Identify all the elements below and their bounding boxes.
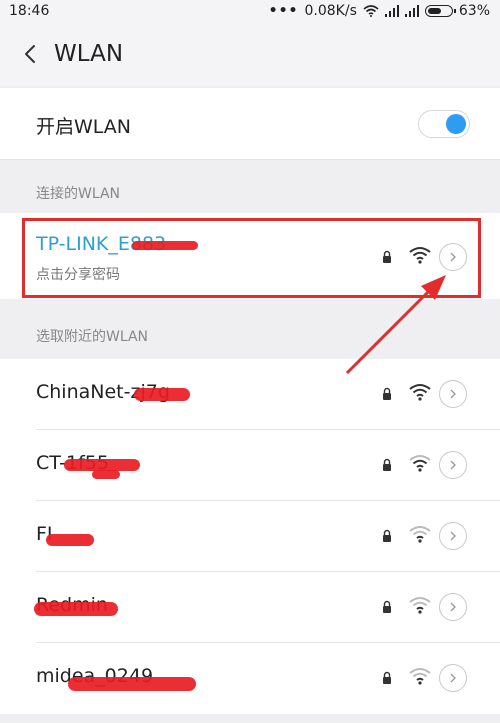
network-ssid: Redmin [36, 594, 108, 616]
chevron-right-icon [450, 389, 456, 399]
chevron-right-icon [450, 673, 456, 683]
page-title: WLAN [54, 41, 124, 67]
network-ssid: FI [36, 523, 53, 545]
network-ssid: CT-1f55 [36, 452, 109, 474]
connected-ssid: TP-LINK_E883 [36, 233, 167, 255]
wlan-toggle-switch[interactable] [418, 110, 470, 138]
toggle-knob [446, 114, 466, 134]
title-bar: WLAN [0, 24, 500, 86]
status-bar: 18:46 ••• 0.08K/s 63% [0, 0, 500, 24]
nearby-network-row[interactable]: FI [0, 501, 500, 572]
battery-percent: 63% [458, 3, 490, 19]
chevron-right-icon [450, 602, 456, 612]
wifi-status-icon [363, 5, 379, 17]
network-speed: 0.08K/s [304, 3, 357, 19]
network-ssid: ChinaNet-zj7g [36, 381, 170, 403]
nearby-network-row[interactable]: ChinaNet-zj7g [0, 359, 500, 430]
network-detail-button[interactable] [439, 243, 467, 271]
network-ssid: midea_0249 [36, 665, 154, 687]
network-detail-button[interactable] [439, 451, 467, 479]
wlan-toggle-label: 开启WLAN [36, 116, 132, 138]
network-detail-button[interactable] [439, 522, 467, 550]
battery-icon [424, 5, 456, 17]
lock-icon [383, 671, 391, 684]
wlan-toggle-row[interactable]: 开启WLAN [0, 88, 500, 160]
status-right: ••• 0.08K/s 63% [269, 3, 490, 19]
status-time: 18:46 [9, 3, 50, 19]
lock-icon [383, 600, 391, 613]
nearby-network-row[interactable]: midea_0249 [0, 643, 500, 714]
network-detail-button[interactable] [439, 380, 467, 408]
connected-section-header: 连接的WLAN [36, 186, 121, 202]
share-password-hint[interactable]: 点击分享密码 [36, 264, 120, 284]
wifi-signal-icon [409, 247, 431, 264]
network-detail-button[interactable] [439, 593, 467, 621]
signal-icon-2 [404, 5, 419, 17]
connected-network-row[interactable]: TP-LINK_E883 点击分享密码 [0, 213, 500, 299]
chevron-right-icon [450, 252, 456, 262]
wifi-signal-icon [409, 668, 431, 685]
network-detail-button[interactable] [439, 664, 467, 692]
chevron-right-icon [450, 460, 456, 470]
lock-icon [383, 387, 391, 400]
chevron-left-icon[interactable] [18, 38, 42, 70]
wifi-signal-icon [409, 384, 431, 401]
lock-icon [383, 458, 391, 471]
wifi-signal-icon [409, 526, 431, 543]
nearby-network-row[interactable]: CT-1f55 [0, 430, 500, 501]
chevron-right-icon [450, 531, 456, 541]
status-dots: ••• [268, 3, 299, 19]
nearby-section-header: 选取附近的WLAN [36, 329, 149, 345]
lock-icon [383, 250, 391, 263]
wifi-signal-icon [409, 597, 431, 614]
wifi-signal-icon [409, 455, 431, 472]
nearby-network-row[interactable]: Redmin [0, 572, 500, 643]
lock-icon [383, 529, 391, 542]
signal-icon-1 [384, 5, 399, 17]
